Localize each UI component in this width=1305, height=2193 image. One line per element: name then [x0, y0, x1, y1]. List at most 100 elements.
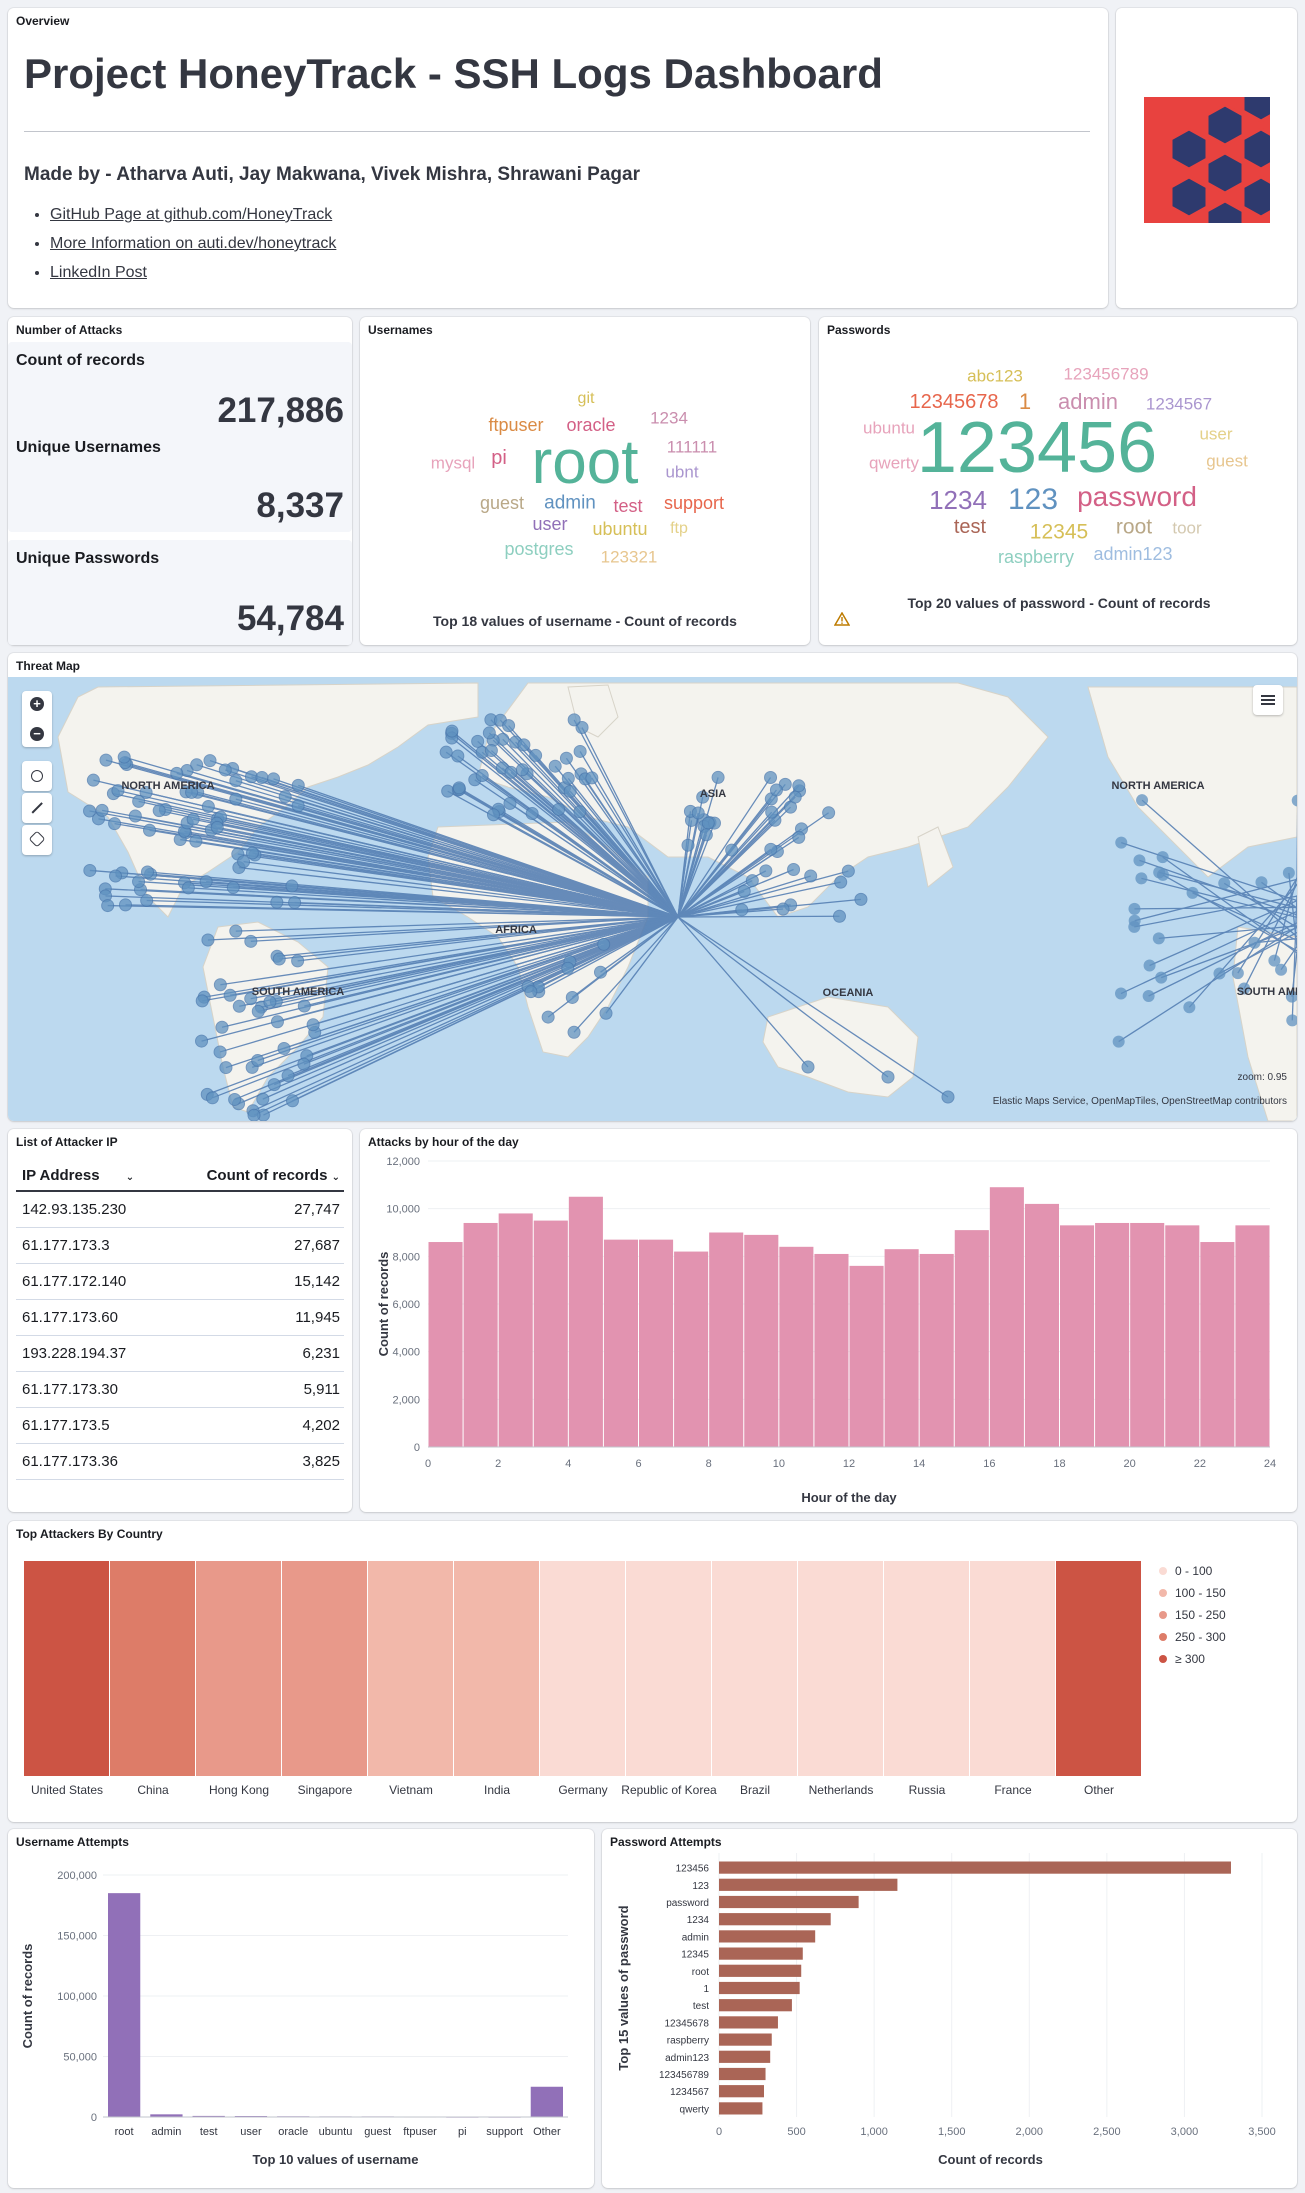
legend-label: 150 - 250: [1175, 1608, 1226, 1622]
x-tick-label: user: [240, 2126, 262, 2138]
category-label: Germany: [558, 1783, 607, 1797]
x-tick-label: 14: [913, 1458, 925, 1470]
overview-panel: Overview Project HoneyTrack - SSH Logs D…: [8, 8, 1108, 308]
map-attribution[interactable]: Elastic Maps Service, OpenMapTiles, Open…: [993, 1096, 1287, 1107]
attack-point: [548, 759, 562, 773]
word: git: [577, 390, 595, 407]
y-tick-label: 0: [414, 1442, 420, 1454]
column-header-ip[interactable]: IP Address ⌄: [16, 1161, 168, 1191]
locate-icon[interactable]: [22, 761, 52, 791]
attack-point: [1156, 851, 1169, 864]
x-axis-label: Hour of the day: [801, 1490, 897, 1505]
word: test: [613, 496, 643, 516]
warning-icon[interactable]: [834, 612, 850, 626]
y-tick-label: 150,000: [57, 1931, 97, 1943]
heat-cell: [24, 1561, 109, 1776]
cell-count: 6,231: [302, 1344, 340, 1362]
word: 12345: [1029, 520, 1089, 544]
attack-point: [143, 823, 157, 837]
word: raspberry: [997, 547, 1075, 567]
column-header-count[interactable]: Count of records ⌄: [168, 1161, 344, 1191]
attack-point: [213, 978, 227, 992]
table-row[interactable]: 61.177.172.140 15,142: [16, 1263, 344, 1299]
dashboard-title: Project HoneyTrack - SSH Logs Dashboard: [24, 50, 883, 97]
attack-point: [291, 799, 305, 813]
legend-label: 250 - 300: [1175, 1630, 1226, 1644]
y-tick-label: 6,000: [392, 1299, 420, 1311]
attack-point: [255, 770, 269, 784]
attack-point: [701, 816, 715, 830]
table-row[interactable]: 142.93.135.230 27,747: [16, 1191, 344, 1227]
y-tick-label: 200,000: [57, 1870, 97, 1882]
table-row[interactable]: 61.177.173.36 3,825: [16, 1443, 344, 1479]
y-tick-label: root: [692, 1967, 709, 1978]
word: 123321: [600, 547, 658, 567]
attack-point: [541, 1010, 555, 1024]
heat-cell: [884, 1561, 969, 1776]
attack-point: [1183, 1001, 1196, 1014]
table-row[interactable]: 61.177.173.60 11,945: [16, 1299, 344, 1335]
heat-cell: [712, 1561, 797, 1776]
link-linkedin[interactable]: LinkedIn Post: [50, 258, 336, 287]
bar: [530, 2086, 563, 2117]
link-more-info[interactable]: More Information on auti.dev/honeytrack: [50, 229, 336, 258]
bar: [428, 1242, 463, 1447]
heat-cell: [110, 1561, 195, 1776]
attack-point: [759, 864, 773, 878]
word: postgres: [504, 539, 574, 559]
map-canvas[interactable]: NORTH AMERICA ASIA AFRICA SOUTH AMERICA …: [8, 677, 1297, 1121]
cell-ip: 61.177.173.5: [22, 1416, 110, 1434]
x-tick-label: 6: [635, 1458, 641, 1470]
legend-toggle-icon[interactable]: [1253, 685, 1283, 715]
table-row[interactable]: 193.228.194.37 6,231: [16, 1335, 344, 1371]
map-label-south-america-2: SOUTH AMERICA: [1237, 986, 1297, 998]
word: root: [1115, 515, 1153, 539]
word: qwerty: [868, 453, 920, 473]
cell-count: 11,945: [295, 1308, 340, 1326]
attack-point: [832, 909, 846, 923]
link-github[interactable]: GitHub Page at github.com/HoneyTrack: [50, 200, 336, 229]
x-tick-label: 2,000: [1016, 2126, 1044, 2138]
cell-count: 15,142: [294, 1272, 340, 1290]
table-row[interactable]: 61.177.173.3 27,687: [16, 1227, 344, 1263]
bar: [719, 1930, 816, 1943]
bar: [498, 1213, 533, 1447]
zoom-in-icon[interactable]: + −: [22, 691, 52, 747]
attack-point: [190, 758, 204, 772]
bar: [719, 1981, 800, 1995]
x-tick-label: 16: [983, 1458, 995, 1470]
category-label: Other: [1084, 1783, 1114, 1797]
x-tick-label: 10: [773, 1458, 785, 1470]
attack-point: [1248, 936, 1261, 949]
country-heatmap: United States China Hong Kong Singapore Viet…: [24, 1561, 1226, 1797]
bar: [719, 1947, 803, 1960]
tools-icon[interactable]: [22, 825, 52, 855]
attack-point: [291, 954, 305, 968]
attack-point: [83, 804, 97, 818]
attack-point: [95, 803, 109, 817]
attack-point: [132, 794, 146, 808]
bar: [919, 1253, 954, 1447]
bar: [1060, 1225, 1095, 1447]
attack-point: [452, 781, 466, 795]
table-row[interactable]: 61.177.173.5 4,202: [16, 1407, 344, 1443]
fullscreen-icon[interactable]: [22, 793, 52, 823]
attack-point: [189, 834, 203, 848]
y-tick-label: admin: [682, 1932, 709, 1943]
heat-cell: [282, 1561, 367, 1776]
x-tick-label: 4: [565, 1458, 571, 1470]
attack-point: [272, 952, 286, 966]
y-tick-label: 100,000: [57, 1991, 97, 2003]
attack-point: [834, 875, 848, 889]
map-label-oceania: OCEANIA: [823, 987, 874, 999]
zoom-out-icon[interactable]: −: [30, 727, 44, 741]
attack-point: [83, 863, 97, 877]
panel-title: Usernames: [368, 323, 433, 337]
table-row[interactable]: 61.177.173.30 5,911: [16, 1371, 344, 1407]
panel-title: Passwords: [827, 323, 891, 337]
hourly-panel: Attacks by hour of the day 0 2,000 4,000 6,…: [360, 1129, 1297, 1512]
attack-point: [561, 771, 575, 785]
word: user: [1199, 424, 1233, 444]
attack-point: [1115, 987, 1128, 1000]
metric-label: Unique Passwords: [16, 550, 160, 567]
